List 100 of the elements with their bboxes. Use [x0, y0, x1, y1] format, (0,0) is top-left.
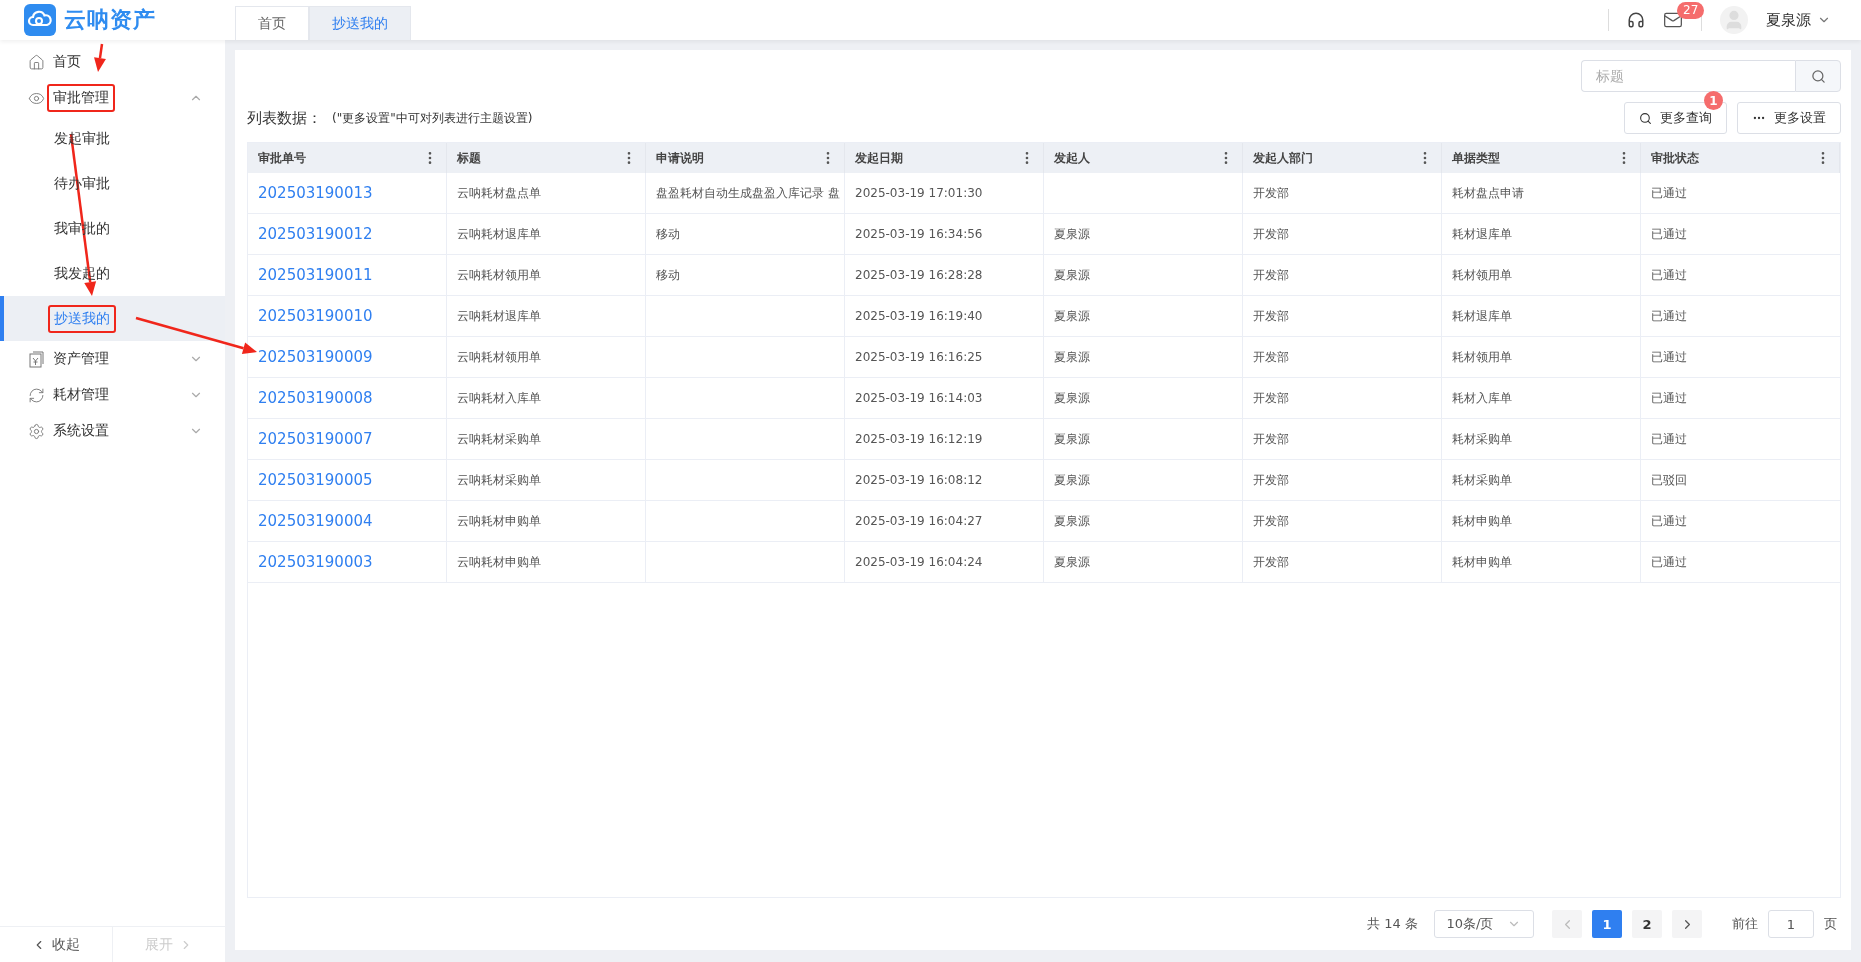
table-cell: 云呐耗材退库单	[447, 296, 646, 337]
table-cell: 2025-03-19 16:28:28	[845, 255, 1044, 296]
page-tab[interactable]: 抄送我的	[309, 6, 411, 40]
table-cell: 已通过	[1641, 214, 1840, 255]
sidebar-item[interactable]: 耗材管理	[0, 377, 225, 413]
table-cell: 夏泉源	[1044, 501, 1243, 542]
approval-number-link[interactable]: 202503190009	[258, 348, 373, 366]
table-cell: 已通过	[1641, 255, 1840, 296]
table-cell: 2025-03-19 16:04:27	[845, 501, 1044, 542]
page-tab[interactable]: 首页	[235, 6, 309, 40]
approval-number-link[interactable]: 202503190011	[258, 266, 373, 284]
home-icon	[28, 53, 45, 71]
table-cell: 2025-03-19 16:08:12	[845, 460, 1044, 501]
table-cell: 夏泉源	[1044, 296, 1243, 337]
table-cell: 耗材采购单	[1442, 460, 1641, 501]
page-button[interactable]: 1	[1592, 910, 1622, 938]
table-cell: 夏泉源	[1044, 542, 1243, 583]
menu-label: 耗材管理	[52, 385, 110, 404]
collapse-button[interactable]: 收起	[0, 927, 112, 962]
search-button[interactable]	[1795, 60, 1841, 92]
page-button[interactable]: 2	[1632, 910, 1662, 938]
table-cell: 云呐耗材领用单	[447, 337, 646, 378]
approval-number-link[interactable]: 202503190007	[258, 430, 373, 448]
sidebar-item[interactable]: 审批管理	[0, 80, 225, 116]
sidebar-item[interactable]: 系统设置	[0, 413, 225, 449]
table-cell: 开发部	[1243, 337, 1442, 378]
table-cell: 开发部	[1243, 460, 1442, 501]
mail-icon[interactable]	[1663, 10, 1683, 30]
table-cell: 盘盈耗材自动生成盘盈入库记录 盘	[646, 173, 845, 214]
table-cell: 云呐耗材申购单	[447, 542, 646, 583]
approval-number-link[interactable]: 202503190013	[258, 184, 373, 202]
goto-label: 前往	[1732, 915, 1758, 933]
table-cell: 夏泉源	[1044, 378, 1243, 419]
sidebar-subitem[interactable]: 抄送我的	[0, 296, 225, 341]
menu-label: 系统设置	[52, 421, 110, 440]
table-cell: 耗材入库单	[1442, 378, 1641, 419]
refresh-icon	[28, 386, 45, 404]
table-cell: 开发部	[1243, 214, 1442, 255]
menu-label: 资产管理	[52, 349, 110, 368]
more-settings-button[interactable]: 更多设置	[1737, 102, 1841, 134]
table-cell: 夏泉源	[1044, 460, 1243, 501]
approval-number-link[interactable]: 202503190003	[258, 553, 373, 571]
table-cell: 2025-03-19 16:12:19	[845, 419, 1044, 460]
table-cell: 已通过	[1641, 542, 1840, 583]
table-cell: 已通过	[1641, 501, 1840, 542]
table-cell: 2025-03-19 16:19:40	[845, 296, 1044, 337]
page-suffix: 页	[1824, 915, 1837, 933]
table-cell: 开发部	[1243, 542, 1442, 583]
highlighted-menu-label: 审批管理	[47, 84, 115, 112]
table-cell: 移动	[646, 214, 845, 255]
column-header: 审批状态	[1641, 143, 1840, 173]
table-cell: 云呐耗材采购单	[447, 419, 646, 460]
table-cell: 耗材退库单	[1442, 296, 1641, 337]
column-header: 发起人	[1044, 143, 1243, 173]
column-header: 申请说明	[646, 143, 845, 173]
column-header: 发起人部门	[1243, 143, 1442, 173]
search-icon	[1639, 111, 1652, 125]
headset-icon[interactable]	[1627, 11, 1645, 29]
approval-number-link[interactable]: 202503190008	[258, 389, 373, 407]
annotation-arrow	[94, 43, 106, 72]
table-cell: 云呐耗材退库单	[447, 214, 646, 255]
table-cell: 夏泉源	[1044, 337, 1243, 378]
search-field[interactable]: 标题	[1581, 60, 1795, 92]
column-header: 发起日期	[845, 143, 1044, 173]
table-cell: 已驳回	[1641, 460, 1840, 501]
currency-document-icon	[28, 350, 45, 368]
approval-number-link[interactable]: 202503190010	[258, 307, 373, 325]
approval-number-link[interactable]: 202503190004	[258, 512, 373, 530]
cloud-logo-icon	[24, 4, 56, 36]
table-cell: 耗材申购单	[1442, 501, 1641, 542]
table-cell: 耗材领用单	[1442, 337, 1641, 378]
table-cell: 开发部	[1243, 255, 1442, 296]
table-cell: 云呐耗材盘点单	[447, 173, 646, 214]
approval-number-link[interactable]: 202503190012	[258, 225, 373, 243]
table-cell: 开发部	[1243, 296, 1442, 337]
sidebar-item[interactable]: 首页	[0, 44, 225, 80]
highlighted-menu-label: 抄送我的	[48, 304, 116, 333]
table-cell: 夏泉源	[1044, 214, 1243, 255]
table-cell: 2025-03-19 16:16:25	[845, 337, 1044, 378]
sidebar-item[interactable]: 资产管理	[0, 341, 225, 377]
table-cell: 耗材盘点申请	[1442, 173, 1641, 214]
table-cell: 2025-03-19 16:04:24	[845, 542, 1044, 583]
table-cell: 云呐耗材采购单	[447, 460, 646, 501]
search-icon	[1810, 68, 1826, 84]
settings-icon	[28, 422, 45, 440]
table-cell: 耗材退库单	[1442, 214, 1641, 255]
page-size-select[interactable]: 10条/页	[1434, 910, 1534, 938]
table-cell: 耗材申购单	[1442, 542, 1641, 583]
table-cell: 2025-03-19 17:01:30	[845, 173, 1044, 214]
table-cell: 开发部	[1243, 173, 1442, 214]
user-name[interactable]: 夏泉源	[1766, 10, 1811, 30]
total-count: 共 14 条	[1367, 915, 1418, 933]
column-header: 审批单号	[248, 143, 447, 173]
table-cell: 开发部	[1243, 419, 1442, 460]
page-input[interactable]: 1	[1768, 910, 1814, 938]
table-cell: 2025-03-19 16:14:03	[845, 378, 1044, 419]
menu-label: 首页	[52, 52, 82, 71]
table-cell: 开发部	[1243, 378, 1442, 419]
approval-number-link[interactable]: 202503190005	[258, 471, 373, 489]
table-cell: 夏泉源	[1044, 419, 1243, 460]
